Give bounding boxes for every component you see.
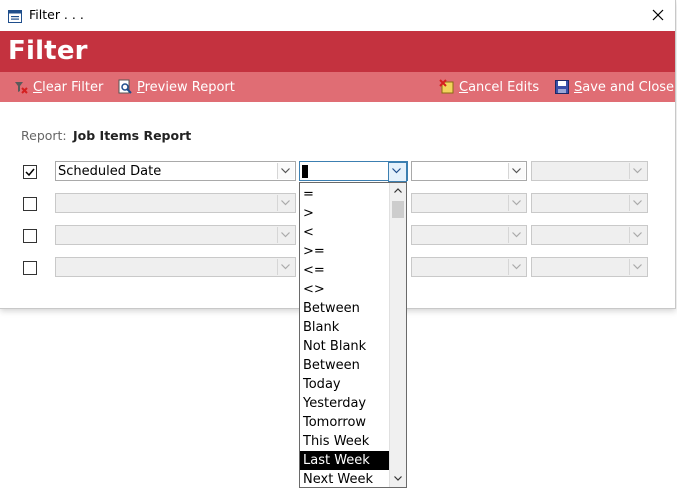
form-window-icon bbox=[8, 8, 22, 23]
dropdown-option[interactable]: Not Blank bbox=[300, 337, 391, 356]
row-1-checkbox[interactable] bbox=[23, 165, 37, 179]
chevron-up-icon bbox=[394, 188, 402, 193]
row-4-checkbox[interactable] bbox=[23, 261, 37, 275]
chevron-down-icon bbox=[394, 476, 402, 481]
save-and-close-button[interactable]: Save and Close bbox=[554, 77, 674, 97]
row-4-field-select bbox=[55, 257, 296, 277]
row-1-value2-dropdown-button bbox=[629, 163, 646, 179]
row-2-value2-select bbox=[531, 193, 648, 213]
chevron-down-icon bbox=[392, 168, 401, 174]
header-banner: Filter bbox=[0, 31, 675, 72]
chevron-down-icon bbox=[633, 168, 642, 174]
chevron-down-icon bbox=[512, 200, 521, 206]
row-1-operator-dropdown-button[interactable] bbox=[388, 162, 407, 182]
row-2-value-select bbox=[411, 193, 527, 213]
row-2-value2-dropdown-button bbox=[629, 195, 646, 211]
chevron-down-icon bbox=[633, 232, 642, 238]
row-3-value-select bbox=[411, 225, 527, 245]
text-cursor bbox=[302, 165, 308, 178]
toolbar: Clear Filter Preview Report Cancel Edits… bbox=[0, 72, 675, 102]
clear-filter-label: Clear Filter bbox=[33, 79, 104, 95]
row-4-value-dropdown-button bbox=[508, 259, 525, 275]
cancel-edits-label: Cancel Edits bbox=[459, 79, 540, 95]
row-1-field-select[interactable]: Scheduled Date bbox=[55, 161, 296, 181]
row-2-field-dropdown-button bbox=[277, 195, 294, 211]
title-bar: Filter . . . bbox=[0, 0, 675, 31]
scroll-thumb[interactable] bbox=[392, 201, 404, 218]
row-3-checkbox[interactable] bbox=[23, 229, 37, 243]
dropdown-option[interactable]: Yesterday bbox=[300, 394, 391, 413]
chevron-down-icon bbox=[281, 264, 290, 270]
chevron-down-icon bbox=[512, 264, 521, 270]
row-3-value-dropdown-button bbox=[508, 227, 525, 243]
chevron-down-icon bbox=[281, 200, 290, 206]
dropdown-option[interactable]: Tomorrow bbox=[300, 413, 391, 432]
cancel-edits-icon bbox=[439, 79, 455, 95]
row-4-value-select bbox=[411, 257, 527, 277]
chevron-down-icon bbox=[281, 168, 290, 174]
scroll-down-button[interactable] bbox=[390, 471, 406, 487]
dropdown-option[interactable]: > bbox=[300, 204, 391, 223]
row-2-value-dropdown-button bbox=[508, 195, 525, 211]
dropdown-option[interactable]: >= bbox=[300, 242, 391, 261]
row-1-value2-select bbox=[531, 161, 648, 181]
clear-filter-button[interactable]: Clear Filter bbox=[13, 77, 103, 97]
row-4-value2-select bbox=[531, 257, 648, 277]
scroll-up-button[interactable] bbox=[390, 183, 406, 199]
preview-report-button[interactable]: Preview Report bbox=[117, 77, 235, 97]
dropdown-option[interactable]: This Week bbox=[300, 432, 391, 451]
row-3-value2-dropdown-button bbox=[629, 227, 646, 243]
row-1-value-dropdown-button[interactable] bbox=[508, 163, 525, 179]
preview-report-label: Preview Report bbox=[137, 79, 235, 95]
dropdown-option[interactable]: Today bbox=[300, 375, 391, 394]
row-1-value-select[interactable] bbox=[411, 161, 527, 181]
operator-options: = > < >= <= <> Between Blank Not Blank Between Tod… bbox=[300, 185, 391, 489]
row-1-field-value: Scheduled Date bbox=[58, 164, 162, 179]
chevron-down-icon bbox=[512, 232, 521, 238]
save-and-close-label: Save and Close bbox=[574, 79, 675, 95]
dropdown-option[interactable]: < bbox=[300, 223, 391, 242]
report-label: Report: bbox=[21, 128, 67, 143]
report-name: Job Items Report bbox=[73, 128, 192, 143]
dropdown-scrollbar[interactable] bbox=[389, 183, 406, 487]
cancel-edits-button[interactable]: Cancel Edits bbox=[439, 77, 539, 97]
row-3-field-select bbox=[55, 225, 296, 245]
dropdown-option[interactable]: Between bbox=[300, 299, 391, 318]
row-2-field-select bbox=[55, 193, 296, 213]
dropdown-option[interactable]: <> bbox=[300, 280, 391, 299]
preview-report-icon bbox=[117, 79, 133, 95]
chevron-down-icon bbox=[281, 232, 290, 238]
clear-filter-icon bbox=[13, 79, 29, 95]
row-4-field-dropdown-button bbox=[277, 259, 294, 275]
dropdown-option[interactable]: <= bbox=[300, 261, 391, 280]
dropdown-option[interactable]: Next Week bbox=[300, 470, 391, 489]
close-button[interactable] bbox=[640, 0, 675, 31]
page-title: Filter bbox=[8, 36, 88, 66]
page: Filter . . . Filter Clear Filter Preview… bbox=[0, 0, 677, 495]
dropdown-option[interactable]: Between bbox=[300, 356, 391, 375]
chevron-down-icon bbox=[633, 264, 642, 270]
chevron-down-icon bbox=[633, 200, 642, 206]
window-title: Filter . . . bbox=[29, 7, 84, 22]
row-1-field-dropdown-button[interactable] bbox=[277, 163, 294, 179]
checkmark-icon bbox=[25, 168, 35, 177]
save-icon bbox=[554, 79, 570, 95]
chevron-down-icon bbox=[512, 168, 521, 174]
close-icon bbox=[652, 9, 664, 21]
row-1-operator-select[interactable] bbox=[299, 161, 408, 182]
row-3-field-dropdown-button bbox=[277, 227, 294, 243]
row-3-value2-select bbox=[531, 225, 648, 245]
row-4-value2-dropdown-button bbox=[629, 259, 646, 275]
row-2-checkbox[interactable] bbox=[23, 197, 37, 211]
dropdown-option[interactable]: Last Week bbox=[300, 451, 391, 470]
dropdown-option[interactable]: = bbox=[300, 185, 391, 204]
operator-dropdown-list: = > < >= <= <> Between Blank Not Blank Between Tod… bbox=[299, 182, 407, 488]
dropdown-option[interactable]: Blank bbox=[300, 318, 391, 337]
